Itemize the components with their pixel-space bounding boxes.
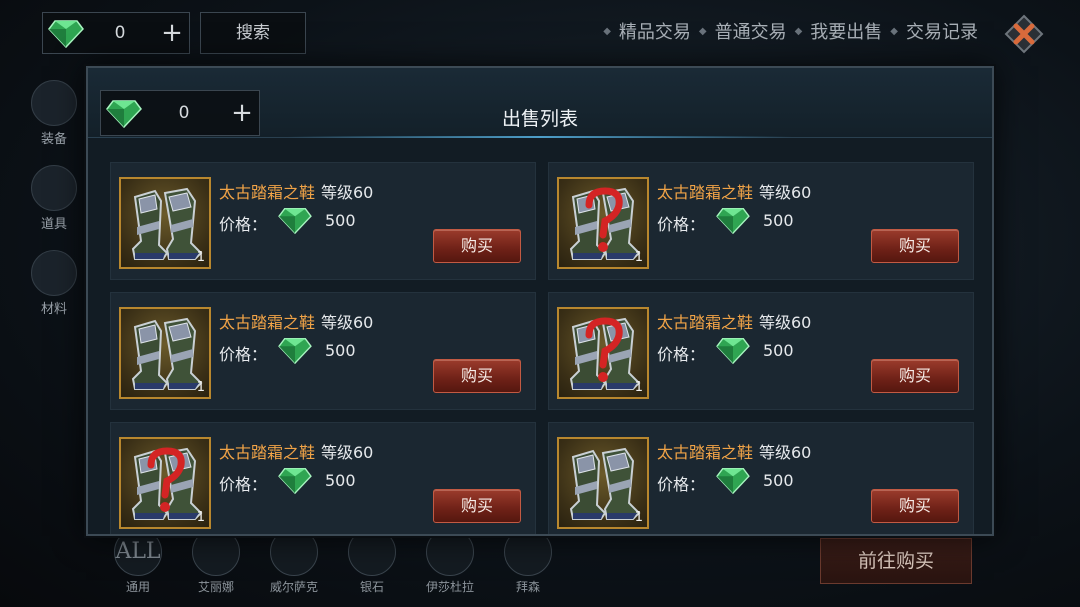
currency-count: 0	[114, 23, 126, 43]
sale-item-card: 1 太古踏霜之鞋 等级60 价格： 500 购买	[548, 292, 974, 410]
tab-sell[interactable]: 我要出售	[804, 18, 888, 44]
side-item-props[interactable]: 道具	[26, 165, 82, 232]
item-thumbnail[interactable]: 1	[119, 437, 211, 529]
item-level: 等级60	[321, 183, 374, 202]
nav-separator: ◆	[603, 25, 611, 37]
currency-box: 0 +	[42, 12, 190, 54]
side-item-label: 道具	[40, 217, 67, 232]
sale-item-card: 1 太古踏霜之鞋 等级60 价格： 500 购买	[110, 422, 536, 534]
class-filter-bar: ALL 通用 艾丽娜 威尔萨克 银石 伊莎杜拉 拜森	[110, 528, 556, 595]
goto-buy-button[interactable]: 前往购买	[820, 538, 972, 584]
class-filter-bison[interactable]: 拜森	[500, 528, 556, 595]
price-label: 价格：	[657, 475, 706, 494]
price-label: 价格：	[219, 345, 268, 364]
class-filter-label: 艾丽娜	[197, 580, 234, 594]
class-filter-label: 银石	[359, 580, 384, 594]
item-quantity: 1	[196, 250, 205, 265]
top-bar: 0 + 搜索 ◆ 精品交易 ◆ 普通交易 ◆ 我要出售 ◆ 交易记录	[0, 0, 1080, 62]
price-label: 价格：	[219, 475, 268, 494]
gem-icon	[716, 208, 750, 235]
item-quantity: 1	[196, 510, 205, 525]
modal-title: 出售列表	[501, 108, 578, 130]
price-value: 500	[325, 211, 356, 230]
price-value: 500	[325, 471, 356, 490]
class-filter-label: 伊莎杜拉	[425, 580, 474, 594]
trade-nav: ◆ 精品交易 ◆ 普通交易 ◆ 我要出售 ◆ 交易记录	[601, 18, 984, 44]
class-filter-label: 威尔萨克	[269, 580, 318, 594]
sale-item-card: 1 太古踏霜之鞋 等级60 价格： 500 购买	[110, 292, 536, 410]
search-button[interactable]: 搜索	[200, 12, 306, 54]
price-label: 价格：	[657, 345, 706, 364]
class-filter-all[interactable]: ALL 通用	[110, 528, 166, 595]
tab-normal-trade[interactable]: 普通交易	[709, 18, 793, 44]
buy-button[interactable]: 购买	[871, 229, 959, 263]
modal-header: 0 + 出售列表	[88, 68, 992, 138]
item-level: 等级60	[321, 313, 374, 332]
side-item-equipment[interactable]: 装备	[26, 80, 82, 147]
class-filter-label: 拜森	[515, 580, 540, 594]
price-label: 价格：	[219, 215, 268, 234]
price-value: 500	[763, 341, 794, 360]
bag-icon	[31, 250, 77, 296]
sale-item-card: 1 太古踏霜之鞋 等级60 价格： 500 购买	[110, 162, 536, 280]
item-level: 等级60	[759, 183, 812, 202]
left-category-bar: 装备 道具 材料	[26, 80, 82, 335]
item-thumbnail[interactable]: 1	[557, 177, 649, 269]
item-name: 太古踏霜之鞋	[657, 313, 754, 332]
tab-premium-trade[interactable]: 精品交易	[613, 18, 697, 44]
buy-button[interactable]: 购买	[871, 489, 959, 523]
buy-button[interactable]: 购买	[433, 489, 521, 523]
nav-separator: ◆	[794, 25, 803, 37]
side-item-materials[interactable]: 材料	[26, 250, 82, 317]
class-filter-isadora[interactable]: 伊莎杜拉	[422, 528, 478, 595]
item-level: 等级60	[759, 313, 812, 332]
item-quantity: 1	[634, 380, 643, 395]
price-value: 500	[325, 341, 356, 360]
item-quantity: 1	[634, 250, 643, 265]
item-name: 太古踏霜之鞋	[219, 313, 316, 332]
gem-icon	[716, 468, 750, 495]
item-quantity: 1	[196, 380, 205, 395]
sale-item-card: 1 太古踏霜之鞋 等级60 价格： 500 购买	[548, 422, 974, 534]
sell-list-modal: 0 + 出售列表 1 太古踏霜之鞋 等级60 价格： 500 购买 1 太古踏霜…	[86, 66, 994, 536]
item-name: 太古踏霜之鞋	[219, 183, 316, 202]
potion-icon	[31, 165, 77, 211]
item-name: 太古踏霜之鞋	[219, 443, 316, 462]
nav-separator: ◆	[698, 25, 707, 37]
side-item-label: 材料	[40, 302, 67, 317]
buy-button[interactable]: 购买	[433, 359, 521, 393]
item-level: 等级60	[759, 443, 812, 462]
item-thumbnail[interactable]: 1	[557, 437, 649, 529]
item-thumbnail[interactable]: 1	[119, 177, 211, 269]
side-item-label: 装备	[40, 132, 67, 147]
add-currency-button[interactable]: +	[155, 20, 189, 46]
gem-icon	[716, 338, 750, 365]
item-level: 等级60	[321, 443, 374, 462]
buy-button[interactable]: 购买	[871, 359, 959, 393]
gem-icon	[278, 468, 312, 495]
gem-icon	[278, 208, 312, 235]
tab-trade-history[interactable]: 交易记录	[900, 18, 984, 44]
buy-button[interactable]: 购买	[433, 229, 521, 263]
gem-icon	[278, 338, 312, 365]
nav-separator: ◆	[890, 25, 898, 37]
class-filter-silverstone[interactable]: 银石	[344, 528, 400, 595]
class-filter-wilsak[interactable]: 威尔萨克	[266, 528, 322, 595]
item-quantity: 1	[634, 510, 643, 525]
item-name: 太古踏霜之鞋	[657, 443, 754, 462]
armor-icon	[31, 80, 77, 126]
price-value: 500	[763, 211, 794, 230]
gem-icon	[48, 20, 84, 49]
item-name: 太古踏霜之鞋	[657, 183, 754, 202]
price-label: 价格：	[657, 215, 706, 234]
price-value: 500	[763, 471, 794, 490]
item-thumbnail[interactable]: 1	[557, 307, 649, 399]
close-icon[interactable]	[1004, 14, 1044, 54]
class-filter-label: 通用	[125, 580, 150, 594]
sale-item-card: 1 太古踏霜之鞋 等级60 价格： 500 购买	[548, 162, 974, 280]
class-filter-elina[interactable]: 艾丽娜	[188, 528, 244, 595]
item-thumbnail[interactable]: 1	[119, 307, 211, 399]
